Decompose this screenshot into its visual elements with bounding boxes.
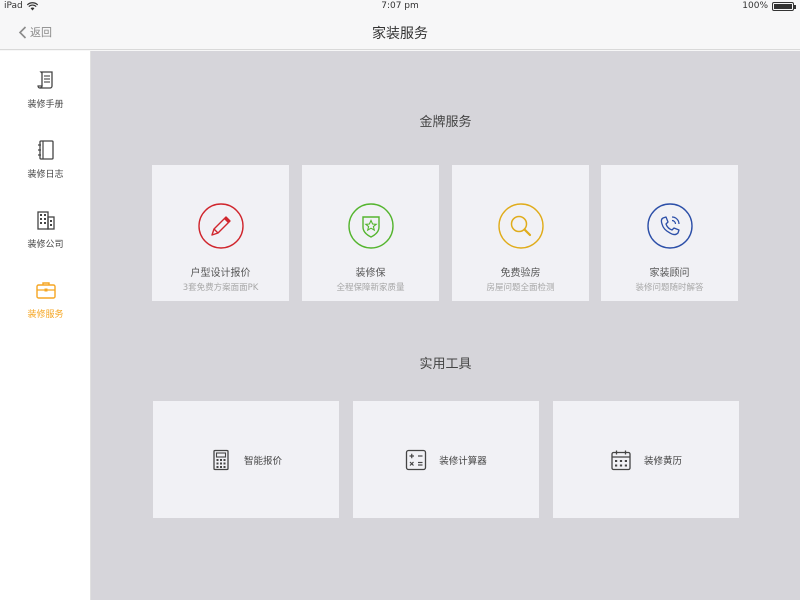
tool-smart-quote[interactable]: 智能报价: [153, 401, 339, 518]
tools-title: 实用工具: [419, 357, 472, 372]
sidebar-item-manual[interactable]: 装修手册: [0, 69, 91, 129]
sidebar-item-service[interactable]: 装修服务: [0, 279, 91, 339]
card-title: 家装顾问: [649, 268, 690, 279]
calendar-icon: [611, 450, 631, 470]
diary-icon: [37, 140, 54, 160]
service-card-free-inspection[interactable]: 免费验房 房屋问题全面检测: [452, 165, 589, 301]
briefcase-icon: [35, 282, 56, 299]
building-icon: [36, 211, 55, 230]
sidebar-item-label: 装修日志: [27, 170, 64, 180]
status-time: 7:07 pm: [381, 1, 419, 11]
tool-label: 装修黄历: [643, 455, 682, 467]
status-right: 100%: [742, 1, 796, 11]
navigation-bar: 返回 家装服务: [0, 14, 800, 50]
page-title: 家装服务: [372, 26, 428, 42]
card-subtitle: 3套免费方案面面PK: [182, 283, 259, 293]
pencil-icon: [197, 203, 244, 249]
sidebar-item-label: 装修服务: [27, 310, 64, 320]
battery-percent: 100%: [742, 1, 768, 11]
calculator-icon: [213, 449, 229, 470]
gold-services-title: 金牌服务: [419, 115, 472, 130]
tool-almanac[interactable]: 装修黄历: [553, 401, 739, 518]
tool-label: 智能报价: [243, 455, 282, 467]
service-card-consultant[interactable]: 家装顾问 装修问题随时解答: [601, 165, 738, 301]
shield-star-icon: [347, 203, 394, 249]
service-card-layout-design[interactable]: 户型设计报价 3套免费方案面面PK: [152, 165, 289, 301]
sidebar-item-diary[interactable]: 装修日志: [0, 139, 91, 199]
card-subtitle: 装修问题随时解答: [635, 283, 704, 293]
card-subtitle: 房屋问题全面检测: [486, 283, 555, 293]
manual-icon: [36, 71, 53, 89]
math-symbols-icon: [406, 449, 427, 470]
magnifier-icon: [497, 203, 544, 249]
sidebar: 装修手册 装修日志 装修公司 装修服务: [0, 51, 91, 600]
service-card-renovation-guarantee[interactable]: 装修保 全程保障新家质量: [302, 165, 439, 301]
card-title: 装修保: [355, 268, 386, 279]
battery-icon: [772, 1, 796, 11]
card-title: 户型设计报价: [190, 268, 251, 279]
sidebar-item-company[interactable]: 装修公司: [0, 209, 91, 269]
status-bar: iPad 7:07 pm 100%: [0, 0, 800, 14]
tool-label: 装修计算器: [439, 455, 487, 467]
tool-renovation-calculator[interactable]: 装修计算器: [353, 401, 539, 518]
card-title: 免费验房: [500, 268, 541, 279]
card-subtitle: 全程保障新家质量: [336, 283, 405, 293]
main-content: 金牌服务 户型设计报价 3套免费方案面面PK 装修保 全程保障新家质量 免费验房…: [91, 51, 800, 600]
sidebar-item-label: 装修公司: [27, 240, 64, 250]
phone-icon: [646, 203, 693, 249]
sidebar-item-label: 装修手册: [27, 100, 64, 110]
